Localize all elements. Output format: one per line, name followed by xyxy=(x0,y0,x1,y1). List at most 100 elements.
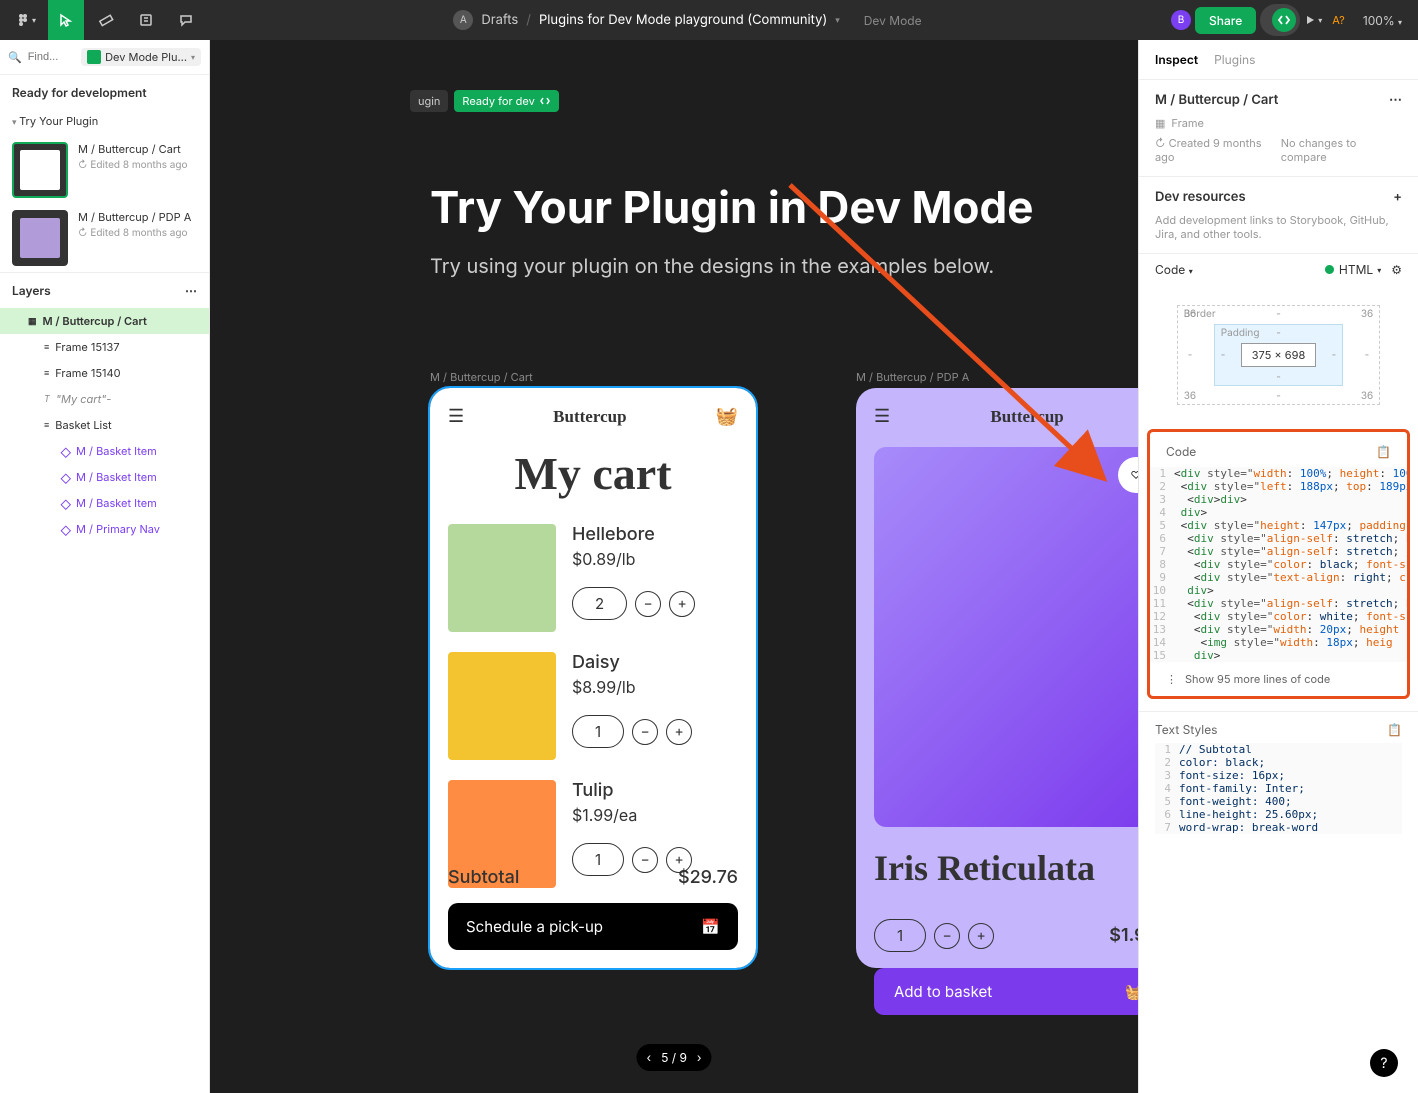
text-style-line: 6line-height: 25.60px; xyxy=(1155,808,1402,821)
tab-inspect[interactable]: Inspect xyxy=(1155,52,1198,67)
settings-icon[interactable]: ⚙ xyxy=(1391,262,1402,277)
a-question[interactable]: A? xyxy=(1326,13,1351,27)
move-tool[interactable] xyxy=(48,0,84,40)
item-name: Daisy xyxy=(572,652,738,673)
search-input[interactable] xyxy=(28,51,75,63)
layers-menu-icon[interactable]: ⋯ xyxy=(185,283,197,298)
code-line: 10 div> xyxy=(1150,584,1407,597)
user-avatar[interactable]: B xyxy=(1171,10,1191,30)
cart-item: Hellebore $0.89/lb 2 − + xyxy=(448,524,738,632)
code-line: 3 <div>div> xyxy=(1150,493,1407,506)
left-panel: 🔍 Dev Mode Plu... ▾ Ready for developmen… xyxy=(0,40,210,1093)
frame-icon: ▦ xyxy=(1155,116,1165,130)
layer-item[interactable]: ≡Basket List xyxy=(0,412,209,438)
item-image xyxy=(448,524,556,632)
qty-minus[interactable]: − xyxy=(934,923,960,949)
code-line: 12 <div style="color: white; font-s xyxy=(1150,610,1407,623)
item-image xyxy=(448,652,556,760)
layer-item[interactable]: T"My cart"- xyxy=(0,386,209,412)
code-line: 11 <div style="align-self: stretch; h xyxy=(1150,597,1407,610)
layer-item[interactable]: M / Basket Item xyxy=(0,464,209,490)
text-style-line: 1// Subtotal xyxy=(1155,743,1402,756)
layer-item[interactable]: M / Primary Nav xyxy=(0,516,209,542)
qty-value: 1 xyxy=(874,919,926,952)
devmode-icon xyxy=(87,50,101,64)
qty-minus[interactable]: − xyxy=(632,719,658,745)
layer-item[interactable]: ≡Frame 15140 xyxy=(0,360,209,386)
devmode-toggle[interactable] xyxy=(1260,4,1300,36)
frame-cart[interactable]: ☰ Buttercup 🧺 My cart Hellebore $0.89/lb… xyxy=(430,388,756,968)
code-line: 6 <div style="align-self: stretch; h xyxy=(1150,532,1407,545)
code-output: Code 📋 1<div style="width: 100%; height:… xyxy=(1147,429,1410,699)
qty-plus[interactable]: + xyxy=(666,719,692,745)
tab-plugins[interactable]: Plugins xyxy=(1214,52,1255,67)
play-button[interactable]: ▾ xyxy=(1304,0,1322,40)
qty-plus[interactable]: + xyxy=(669,591,695,617)
page-selector[interactable]: Dev Mode Plu... ▾ xyxy=(81,48,201,66)
badge-ready[interactable]: Ready for dev xyxy=(454,90,558,112)
section-try-plugin[interactable]: Try Your Plugin xyxy=(0,110,209,136)
qty-minus[interactable]: − xyxy=(635,591,661,617)
owner-avatar: A xyxy=(453,10,473,30)
thumb-pdp[interactable]: M / Buttercup / PDP A ↻ Edited 8 months … xyxy=(0,204,209,272)
copy-code-icon[interactable]: 📋 xyxy=(1376,444,1391,459)
add-resource-icon[interactable]: + xyxy=(1393,189,1402,205)
brand: Buttercup xyxy=(553,407,626,427)
code-line: 2 <div style="left: 188px; top: 189px; xyxy=(1150,480,1407,493)
thumb-cart[interactable]: M / Buttercup / Cart ↻ Edited 8 months a… xyxy=(0,136,209,204)
crumb-file[interactable]: Plugins for Dev Mode playground (Communi… xyxy=(539,12,827,28)
add-to-basket[interactable]: Add to basket🧺 xyxy=(874,968,1138,1015)
item-price: $0.89/lb xyxy=(572,549,738,569)
code-line: 13 <div style="width: 20px; height xyxy=(1150,623,1407,636)
dev-resources-heading: Dev resources xyxy=(1155,189,1246,205)
search-icon: 🔍 xyxy=(8,50,22,64)
layer-item[interactable]: M / Basket Item xyxy=(0,438,209,464)
bag-icon: 🧺 xyxy=(716,406,738,427)
box-model: Border - 36 36 - - 36 36 - Padding - - -… xyxy=(1139,285,1418,425)
qty-plus[interactable]: + xyxy=(968,923,994,949)
text-style-line: 7word-wrap: break-word xyxy=(1155,821,1402,834)
code-line: 4 div> xyxy=(1150,506,1407,519)
right-panel: Inspect Plugins M / Buttercup / Cart ⋯ ▦… xyxy=(1138,40,1418,1093)
layer-item[interactable]: M / Basket Item xyxy=(0,490,209,516)
hero-title: Try Your Plugin in Dev Mode xyxy=(430,180,1033,234)
subtotal-label: Subtotal xyxy=(448,867,519,888)
layer-item[interactable]: ≡Frame 15137 xyxy=(0,334,209,360)
code-line: 8 <div style="color: black; font-s xyxy=(1150,558,1407,571)
canvas[interactable]: ugin Ready for dev Try Your Plugin in De… xyxy=(210,40,1138,1093)
cart-title: My cart xyxy=(448,447,738,500)
crumb-drafts[interactable]: Drafts xyxy=(481,12,518,28)
selection-menu-icon[interactable]: ⋯ xyxy=(1389,92,1402,108)
hero-subtitle: Try using your plugin on the designs in … xyxy=(430,254,1033,278)
breadcrumb: A Drafts / Plugins for Dev Mode playgrou… xyxy=(453,10,921,30)
code-line: 1<div style="width: 100%; height: 100%; xyxy=(1150,467,1407,480)
layer-item[interactable]: ▦M / Buttercup / Cart xyxy=(0,308,209,334)
pager[interactable]: ‹ 5 / 9 › xyxy=(636,1044,711,1071)
hamburger-icon: ☰ xyxy=(448,406,464,427)
selection-name: M / Buttercup / Cart xyxy=(1155,92,1278,108)
devmode-label: Dev Mode xyxy=(864,13,922,28)
lang-selector[interactable]: ● HTML ▾ ⚙ xyxy=(1324,262,1402,277)
top-toolbar: ▾ A Drafts / Plugins for Dev Mode playgr… xyxy=(0,0,1418,40)
comment-tool[interactable] xyxy=(168,0,204,40)
text-style-line: 2color: black; xyxy=(1155,756,1402,769)
copy-styles-icon[interactable]: 📋 xyxy=(1387,722,1402,737)
prev-icon[interactable]: ‹ xyxy=(646,1050,651,1065)
frame-pdp[interactable]: ☰ Buttercup ♡ Iris Reticulata 1 − xyxy=(856,388,1138,968)
code-heading[interactable]: Code ▾ xyxy=(1155,262,1193,277)
zoom-level[interactable]: 100% ▾ xyxy=(1355,13,1410,28)
qty-value: 2 xyxy=(572,587,627,620)
help-button[interactable]: ? xyxy=(1370,1049,1398,1077)
devmode-toggle-icon xyxy=(1272,8,1296,32)
share-button[interactable]: Share xyxy=(1195,7,1256,34)
figma-menu[interactable]: ▾ xyxy=(8,0,44,40)
layers-heading: Layers⋯ xyxy=(0,272,209,308)
calendar-icon: 📅 xyxy=(701,917,720,936)
favorite-button[interactable]: ♡ xyxy=(1118,457,1138,493)
schedule-button[interactable]: Schedule a pick-up📅 xyxy=(448,903,738,950)
annotate-tool[interactable] xyxy=(128,0,164,40)
next-icon[interactable]: › xyxy=(697,1050,702,1065)
show-more-code[interactable]: ⋮Show 95 more lines of code xyxy=(1150,662,1407,696)
text-style-line: 3font-size: 16px; xyxy=(1155,769,1402,782)
measure-tool[interactable] xyxy=(88,0,124,40)
